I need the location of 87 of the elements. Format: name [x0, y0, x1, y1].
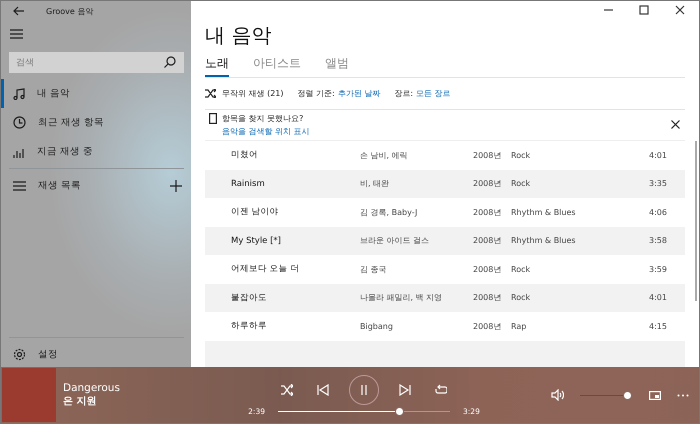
song-genre: Rock	[511, 150, 532, 160]
repeat-icon	[435, 384, 447, 396]
genre-dropdown[interactable]: 모든 장르	[416, 88, 451, 99]
window-title: Groove 음악	[46, 6, 94, 16]
song-row[interactable]: 이젠 남이야 김 경록, Baby-J 2008년 Rhythm & Blues 4:06	[205, 198, 685, 226]
song-title: 붙잡아도	[230, 292, 268, 304]
maximize-icon	[639, 5, 649, 15]
song-genre: Rhythm & Blues	[511, 208, 577, 217]
song-genre: Rock	[511, 293, 532, 302]
song-year: 2008년	[473, 320, 502, 332]
song-row[interactable]: My Style [*] 브라운 아이드 걸스 2008년 Rhythm & Blues 3:58	[205, 226, 685, 255]
song-genre: Rock	[511, 264, 532, 274]
close-icon	[675, 5, 685, 15]
song-duration: 3:59	[649, 264, 668, 274]
song-year: 2008년	[473, 206, 502, 218]
song-title: Rainism	[230, 178, 266, 189]
song-row[interactable]: 하루하루 Bigbang 2008년 Rap 4:15	[205, 312, 685, 340]
music-note-icon	[13, 88, 25, 100]
search-field[interactable]: 검색	[9, 52, 184, 73]
previous-icon	[317, 384, 329, 396]
track-title: Dangerous	[63, 382, 121, 394]
settings-icon	[13, 348, 26, 361]
song-genre: Rap	[511, 322, 528, 331]
song-row[interactable]: Rainism 비, 태완 2008년 Rock 3:35	[205, 170, 685, 198]
song-artist: 손 남비, 에릭	[360, 150, 409, 161]
playlists-item[interactable]: 재생 목록	[1, 171, 167, 200]
sort-dropdown[interactable]: 추가된 날짜	[338, 88, 380, 99]
tablet-icon	[209, 112, 217, 124]
mini-player-icon	[649, 390, 661, 400]
back-arrow-icon	[13, 6, 25, 16]
song-title: 어제보다 오늘 더	[230, 263, 300, 276]
tab[interactable]: 아티스트	[253, 53, 301, 77]
song-row[interactable]	[205, 340, 685, 369]
tab[interactable]: 앨범	[325, 53, 349, 77]
shuffle-icon	[205, 88, 216, 98]
nav-item[interactable]: 최근 재생 항목	[1, 108, 191, 137]
song-artist: 김 종국	[360, 264, 388, 275]
song-artist: 나몰라 패밀리, 백 지영	[360, 292, 444, 304]
song-duration: 4:15	[649, 322, 668, 331]
song-artist: 비, 태완	[360, 178, 390, 190]
menu-icon	[10, 29, 23, 39]
song-genre: Rock	[511, 179, 532, 188]
song-duration: 3:35	[649, 179, 668, 188]
song-artist: Bigbang	[360, 322, 394, 331]
song-year: 2008년	[473, 264, 502, 275]
track-artist: 은 지원	[63, 395, 98, 408]
song-duration: 3:58	[649, 236, 668, 246]
speaker-icon	[550, 389, 564, 401]
song-duration: 4:01	[649, 150, 668, 160]
song-year: 2008년	[473, 150, 502, 161]
folder-link[interactable]: 음악을 검색할 위치 표시	[222, 126, 310, 137]
song-row[interactable]: 미쳤어 손 남비, 에릭 2008년 Rock 4:01	[205, 141, 685, 170]
song-duration: 4:01	[649, 293, 668, 302]
sort-label: 정렬 기준:	[298, 88, 335, 99]
slider-thumb[interactable]	[623, 390, 632, 400]
nav-item[interactable]: 지금 재생 중	[1, 137, 191, 166]
next-icon	[399, 384, 411, 396]
pause-button[interactable]	[349, 374, 379, 404]
song-artist: 브라운 아이드 걸스	[360, 235, 430, 246]
plus-icon	[170, 180, 182, 192]
genre-label: 장르:	[394, 88, 414, 99]
song-year: 2008년	[473, 235, 502, 246]
song-title: 이젠 남이야	[230, 206, 280, 218]
song-title: My Style [*]	[230, 236, 282, 246]
song-artist: 김 경록, Baby-J	[360, 206, 418, 218]
scrollbar[interactable]	[695, 141, 697, 301]
more-icon	[677, 394, 689, 396]
song-title: 미쳤어	[230, 149, 259, 162]
song-title: 하루하루	[230, 320, 268, 332]
shuffle-icon	[281, 384, 293, 396]
notice-text: 항목을 찾지 못했나요?	[222, 112, 304, 124]
song-year: 2008년	[473, 292, 502, 304]
song-genre: Rhythm & Blues	[511, 236, 577, 246]
song-duration: 4:06	[649, 208, 668, 217]
song-row[interactable]: 붙잡아도 나몰라 패밀리, 백 지영 2008년 Rock 4:01	[205, 284, 685, 312]
shuffle-button[interactable]: 무작위 재생 (21)	[205, 88, 284, 99]
album-art-placeholder	[2, 368, 56, 422]
clock-icon	[13, 116, 26, 129]
page-title: 내 음악	[205, 22, 272, 49]
list-icon	[13, 180, 26, 190]
search-icon	[164, 56, 176, 68]
song-year: 2008년	[473, 178, 502, 190]
tab[interactable]: 노래	[205, 53, 229, 77]
song-row[interactable]: 어제보다 오늘 더 김 종국 2008년 Rock 3:59	[205, 255, 685, 284]
slider-thumb[interactable]	[395, 406, 404, 416]
settings-item[interactable]: 설정	[1, 340, 191, 369]
close-icon	[671, 120, 680, 130]
